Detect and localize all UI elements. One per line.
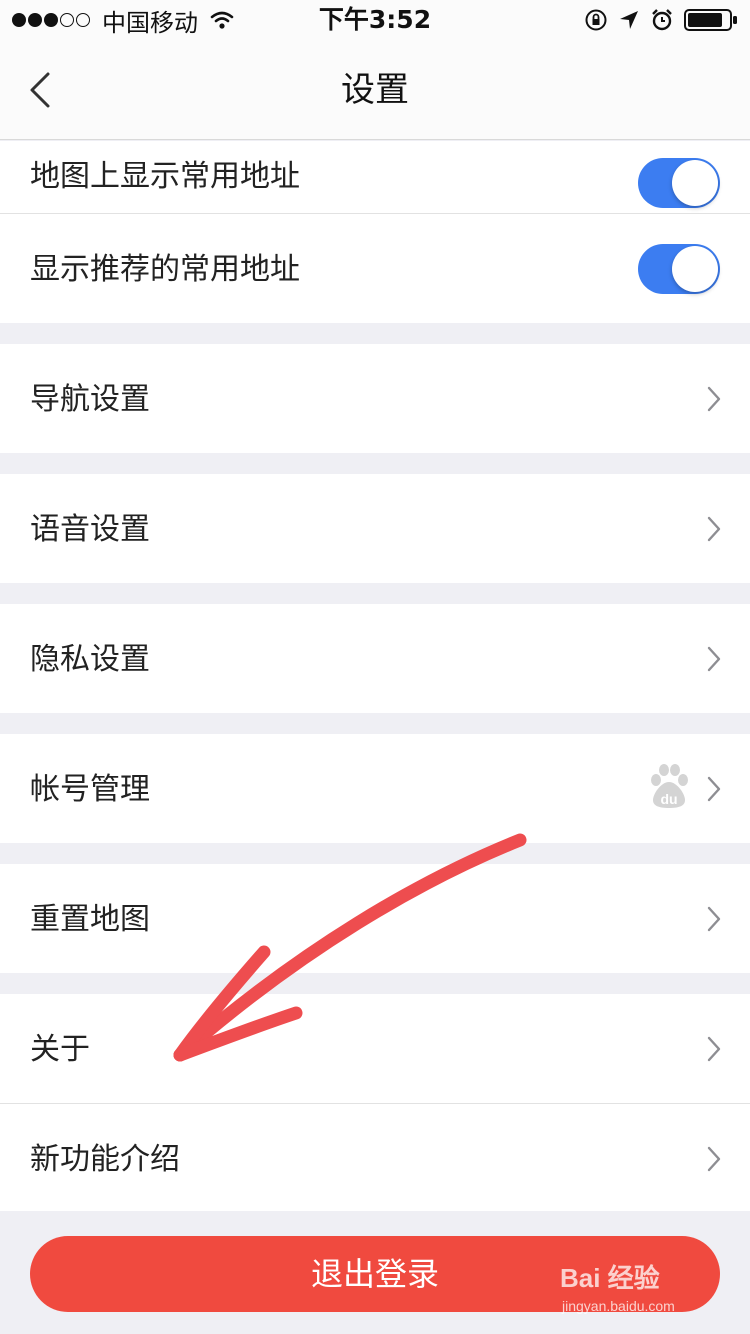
chevron-right-icon (707, 906, 721, 932)
setting-show-recommended-address: 显示推荐的常用地址 (0, 214, 750, 323)
location-icon (620, 11, 638, 29)
page-title: 设置 (341, 70, 409, 110)
show-recommended-address-toggle[interactable] (638, 244, 720, 294)
setting-label: 隐私设置 (30, 642, 150, 677)
chevron-right-icon (707, 776, 721, 802)
chevron-right-icon (707, 1036, 721, 1062)
alarm-icon (652, 9, 672, 31)
chevron-right-icon (707, 646, 721, 672)
watermark-url: jingyan.baidu.com (562, 1298, 675, 1314)
setting-account[interactable]: 帐号管理 du (0, 734, 750, 843)
show-common-address-toggle[interactable] (638, 158, 720, 208)
setting-about[interactable]: 关于 (0, 994, 750, 1103)
setting-label: 帐号管理 (30, 772, 150, 807)
setting-label: 语音设置 (30, 512, 150, 547)
setting-show-common-address: 地图上显示常用地址 (0, 141, 750, 214)
status-bar: 中国移动 下午3:52 (0, 0, 750, 40)
status-right (574, 6, 738, 34)
setting-label: 显示推荐的常用地址 (30, 252, 300, 287)
setting-whats-new[interactable]: 新功能介绍 (0, 1104, 750, 1211)
setting-label: 新功能介绍 (30, 1142, 180, 1177)
setting-label: 重置地图 (30, 902, 150, 937)
setting-label: 导航设置 (30, 382, 150, 417)
watermark-brand: Bai 经验 (560, 1263, 660, 1293)
setting-label: 地图上显示常用地址 (30, 159, 300, 194)
setting-label: 关于 (30, 1032, 90, 1067)
battery-icon (684, 9, 737, 31)
setting-reset-map[interactable]: 重置地图 (0, 864, 750, 973)
rotation-lock-icon (585, 9, 607, 31)
chevron-right-icon (707, 1146, 721, 1172)
baidu-paw-icon: du (651, 764, 688, 808)
chevron-right-icon (707, 516, 721, 542)
setting-privacy[interactable]: 隐私设置 (0, 604, 750, 713)
svg-text:du: du (660, 791, 677, 807)
setting-navigation[interactable]: 导航设置 (0, 344, 750, 453)
setting-voice[interactable]: 语音设置 (0, 474, 750, 583)
chevron-right-icon (707, 386, 721, 412)
settings-list: 地图上显示常用地址 显示推荐的常用地址 导航设置 语音设置 隐私设置 帐号管理 … (0, 141, 750, 1211)
nav-bar: 设置 (0, 40, 750, 140)
baidu-jingyan-watermark: Bai 经验 jingyan.baidu.com (560, 1258, 710, 1328)
